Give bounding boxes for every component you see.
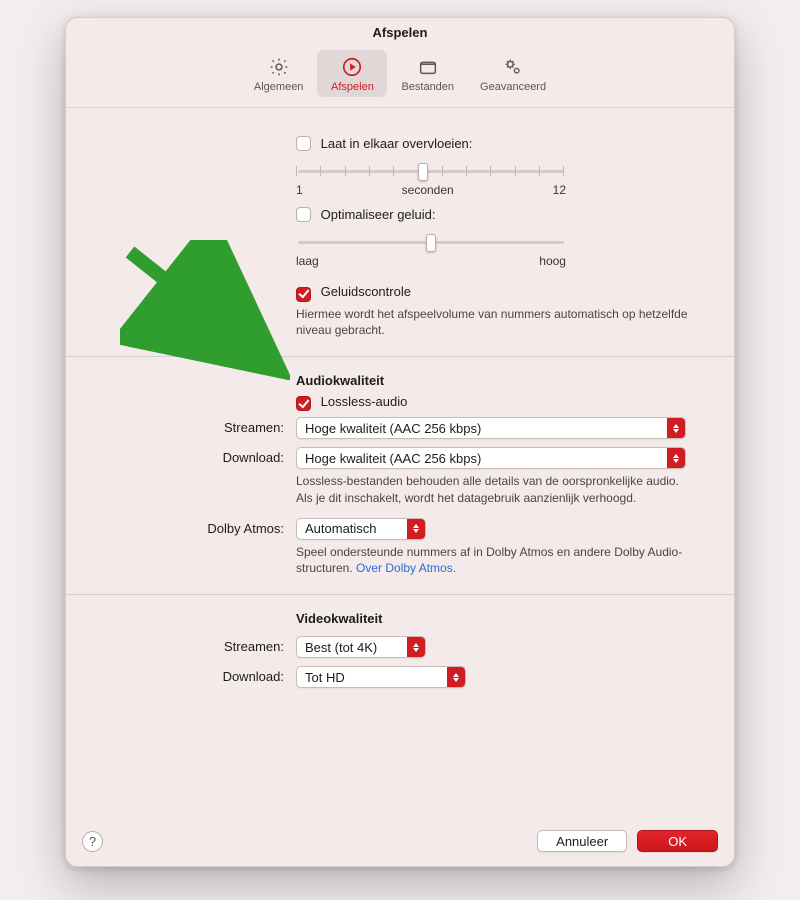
section-video: Videokwaliteit Streamen: Best (tot 4K) D… — [66, 595, 734, 706]
video-download-label: Download: — [88, 666, 296, 684]
help-button[interactable]: ? — [82, 831, 103, 852]
cancel-button[interactable]: Annuleer — [537, 830, 627, 852]
stepper-icon — [407, 637, 425, 657]
footer: ? Annuleer OK — [66, 820, 734, 866]
tab-label: Geavanceerd — [480, 81, 546, 93]
dolby-label: Dolby Atmos: — [88, 518, 296, 536]
tab-label: Algemeen — [254, 81, 304, 93]
soundcheck-label: Geluidscontrole — [321, 284, 411, 299]
optimize-slider[interactable] — [296, 232, 566, 252]
section-audio: Audiokwaliteit Lossless-audio Streamen: … — [66, 357, 734, 595]
video-stream-label: Streamen: — [88, 636, 296, 654]
video-stream-select[interactable]: Best (tot 4K) — [296, 636, 426, 658]
preferences-window: Afspelen Algemeen Afspelen Bestanden — [65, 17, 735, 867]
stream-select[interactable]: Hoge kwaliteit (AAC 256 kbps) — [296, 417, 686, 439]
stream-label: Streamen: — [88, 417, 296, 435]
tab-files[interactable]: Bestanden — [389, 50, 466, 97]
soundcheck-desc: Hiermee wordt het afspeelvolume van numm… — [296, 306, 696, 338]
soundcheck-checkbox[interactable] — [296, 287, 311, 302]
optimize-checkbox[interactable] — [296, 207, 311, 222]
stepper-icon — [447, 667, 465, 687]
folder-icon — [415, 56, 441, 78]
tab-label: Afspelen — [331, 81, 374, 93]
gear-icon — [266, 56, 292, 78]
stepper-icon — [667, 448, 685, 468]
optimize-slider-labels: laag hoog — [296, 254, 566, 268]
dolby-link[interactable]: Over Dolby Atmos. — [356, 561, 456, 575]
stepper-icon — [407, 519, 425, 539]
download-select[interactable]: Hoge kwaliteit (AAC 256 kbps) — [296, 447, 686, 469]
stepper-icon — [667, 418, 685, 438]
crossfade-slider[interactable] — [296, 161, 566, 181]
download-label: Download: — [88, 447, 296, 465]
section-playback: Laat in elkaar overvloeien: 1 seconden — [66, 108, 734, 357]
tab-advanced[interactable]: Geavanceerd — [468, 50, 558, 97]
dolby-desc: Speel ondersteunde nummers af in Dolby A… — [296, 544, 696, 576]
gears-icon — [500, 56, 526, 78]
tab-playback[interactable]: Afspelen — [317, 50, 387, 97]
audio-heading: Audiokwaliteit — [296, 373, 712, 388]
crossfade-slider-labels: 1 seconden 12 — [296, 183, 566, 197]
video-download-select[interactable]: Tot HD — [296, 666, 466, 688]
play-icon — [339, 56, 365, 78]
content: Laat in elkaar overvloeien: 1 seconden — [66, 108, 734, 820]
video-heading: Videokwaliteit — [296, 611, 712, 626]
tab-general[interactable]: Algemeen — [242, 50, 316, 97]
ok-button[interactable]: OK — [637, 830, 718, 852]
lossless-label: Lossless-audio — [321, 394, 408, 409]
window-title: Afspelen — [66, 18, 734, 48]
toolbar: Algemeen Afspelen Bestanden Geavanceerd — [66, 48, 734, 108]
crossfade-label: Laat in elkaar overvloeien: — [321, 136, 473, 151]
lossless-desc: Lossless-bestanden behouden alle details… — [296, 473, 696, 505]
tab-label: Bestanden — [401, 81, 454, 93]
crossfade-checkbox[interactable] — [296, 136, 311, 151]
optimize-label: Optimaliseer geluid: — [321, 207, 436, 222]
dolby-select[interactable]: Automatisch — [296, 518, 426, 540]
lossless-checkbox[interactable] — [296, 396, 311, 411]
